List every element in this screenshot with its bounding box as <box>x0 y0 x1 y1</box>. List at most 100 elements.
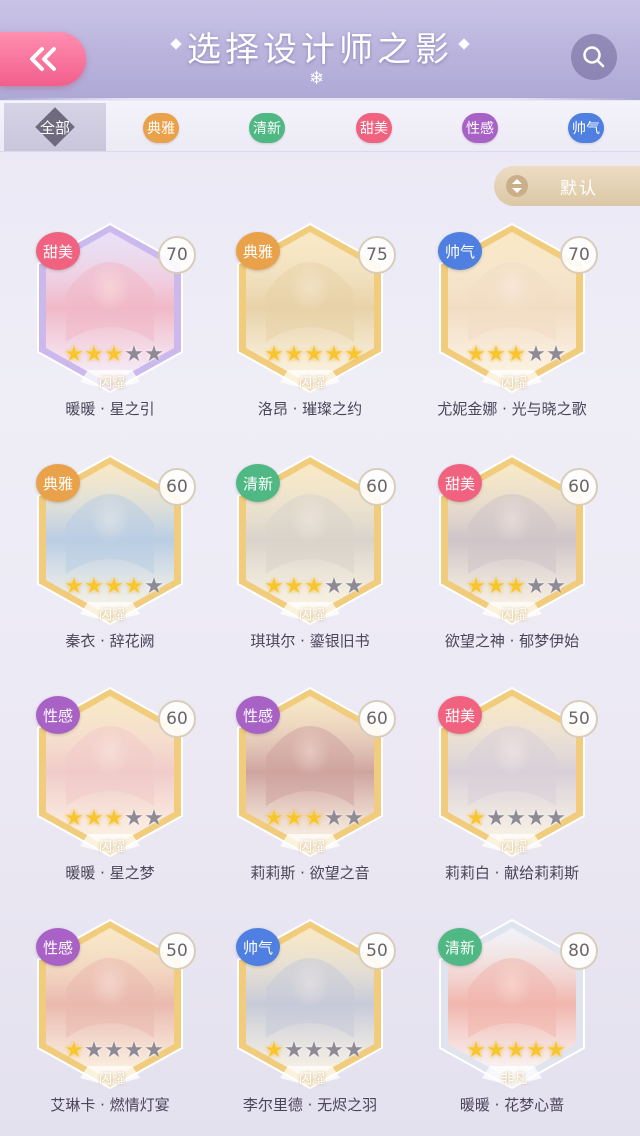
designer-card[interactable]: 性感 50 ★ ★ ★ ★ ★ 闪耀 艾琳卡 · 燃情灯宴 <box>20 912 200 1122</box>
star-empty-icon: ★ <box>104 1038 124 1063</box>
star-filled-icon: ★ <box>486 1038 506 1063</box>
filter-tab-bar: 全部 典雅 清新 甜美 性感 帅气 <box>0 101 640 152</box>
portrait-frame: 帅气 70 ★ ★ ★ ★ ★ 闪耀 <box>438 222 598 394</box>
star-empty-icon: ★ <box>124 806 144 831</box>
designer-card[interactable]: 甜美 70 ★ ★ ★ ★ ★ 闪耀 暖暖 · 星之引 <box>20 216 200 426</box>
designer-name: 琪琪尔 · 鎏银旧书 <box>250 632 370 650</box>
style-tag-badge: 性感 <box>236 696 280 734</box>
star-rating: ★ ★ ★ ★ ★ <box>264 344 364 366</box>
designer-name: 洛昂 · 璀璨之约 <box>257 400 363 418</box>
level-badge: 60 <box>358 700 396 738</box>
level-badge: 75 <box>358 236 396 274</box>
designer-card[interactable]: 甜美 60 ★ ★ ★ ★ ★ 闪耀 欲望之神 · 郁梦伊始 <box>422 448 602 658</box>
star-filled-icon: ★ <box>284 574 304 599</box>
portrait-frame: 性感 50 ★ ★ ★ ★ ★ 闪耀 <box>36 918 196 1090</box>
designer-card[interactable]: 甜美 50 ★ ★ ★ ★ ★ 闪耀 莉莉白 · 献给莉莉斯 <box>422 680 602 890</box>
portrait-frame: 清新 60 ★ ★ ★ ★ ★ 闪耀 <box>236 454 396 626</box>
star-rating: ★ ★ ★ ★ ★ <box>64 576 164 598</box>
level-badge: 60 <box>158 468 196 506</box>
designer-card[interactable]: 性感 60 ★ ★ ★ ★ ★ 闪耀 暖暖 · 星之梦 <box>20 680 200 890</box>
star-empty-icon: ★ <box>344 574 364 599</box>
star-empty-icon: ★ <box>324 1038 344 1063</box>
star-empty-icon: ★ <box>344 806 364 831</box>
rarity-badge: 闪耀 <box>500 608 527 623</box>
level-badge: 70 <box>560 236 598 274</box>
designer-card[interactable]: 典雅 60 ★ ★ ★ ★ ★ 闪耀 秦衣 · 辞花阙 <box>20 448 200 658</box>
designer-name: 欲望之神 · 郁梦伊始 <box>444 632 580 650</box>
header-bar: 选择设计师之影 ❄ <box>0 0 640 100</box>
rarity-badge: 闪耀 <box>98 840 125 855</box>
designer-card[interactable]: 性感 60 ★ ★ ★ ★ ★ 闪耀 莉莉斯 · 欲望之音 <box>220 680 400 890</box>
star-empty-icon: ★ <box>144 806 164 831</box>
designer-card[interactable]: 帅气 50 ★ ★ ★ ★ ★ 闪耀 李尔里德 · 无烬之羽 <box>220 912 400 1122</box>
star-filled-icon: ★ <box>124 574 144 599</box>
style-tag-badge: 典雅 <box>36 464 80 502</box>
level-badge: 60 <box>158 700 196 738</box>
designer-card[interactable]: 典雅 75 ★ ★ ★ ★ ★ 闪耀 洛昂 · 璀璨之约 <box>220 216 400 426</box>
rarity-badge: 非凡 <box>500 1072 527 1087</box>
designer-card[interactable]: 清新 60 ★ ★ ★ ★ ★ 闪耀 琪琪尔 · 鎏银旧书 <box>220 448 400 658</box>
style-tag-badge: 帅气 <box>236 928 280 966</box>
star-rating: ★ ★ ★ ★ ★ <box>466 576 566 598</box>
star-filled-icon: ★ <box>486 574 506 599</box>
star-filled-icon: ★ <box>104 574 124 599</box>
level-badge: 80 <box>560 932 598 970</box>
rarity-badge: 闪耀 <box>98 376 125 391</box>
star-filled-icon: ★ <box>506 1038 526 1063</box>
page-title: 选择设计师之影 <box>187 30 453 70</box>
star-empty-icon: ★ <box>526 574 546 599</box>
star-filled-icon: ★ <box>264 806 284 831</box>
sort-label: 默认 <box>560 178 598 199</box>
star-empty-icon: ★ <box>526 806 546 831</box>
star-rating: ★ ★ ★ ★ ★ <box>466 1040 566 1062</box>
star-filled-icon: ★ <box>64 806 84 831</box>
star-filled-icon: ★ <box>264 574 284 599</box>
tab-cool[interactable]: 帅气 <box>568 113 604 143</box>
star-filled-icon: ★ <box>104 342 124 367</box>
level-badge: 50 <box>358 932 396 970</box>
designer-name: 秦衣 · 辞花阙 <box>65 632 155 650</box>
star-empty-icon: ★ <box>144 574 164 599</box>
star-filled-icon: ★ <box>264 342 284 367</box>
style-tag-badge: 甜美 <box>438 464 482 502</box>
star-filled-icon: ★ <box>466 1038 486 1063</box>
tab-all[interactable]: 全部 <box>4 103 106 151</box>
star-empty-icon: ★ <box>486 806 506 831</box>
designer-name: 暖暖 · 花梦心蔷 <box>459 1096 565 1114</box>
rarity-badge: 闪耀 <box>500 840 527 855</box>
star-filled-icon: ★ <box>264 1038 284 1063</box>
star-filled-icon: ★ <box>506 574 526 599</box>
designer-name: 莉莉白 · 献给莉莉斯 <box>444 864 580 882</box>
designer-card[interactable]: 清新 80 ★ ★ ★ ★ ★ 非凡 暖暖 · 花梦心蔷 <box>422 912 602 1122</box>
portrait-frame: 性感 60 ★ ★ ★ ★ ★ 闪耀 <box>36 686 196 858</box>
search-icon <box>583 46 605 68</box>
star-empty-icon: ★ <box>324 574 344 599</box>
star-empty-icon: ★ <box>546 806 566 831</box>
star-filled-icon: ★ <box>284 806 304 831</box>
style-tag-badge: 性感 <box>36 696 80 734</box>
star-empty-icon: ★ <box>546 342 566 367</box>
designer-card[interactable]: 帅气 70 ★ ★ ★ ★ ★ 闪耀 尤妮金娜 · 光与晓之歌 <box>422 216 602 426</box>
star-filled-icon: ★ <box>466 806 486 831</box>
tab-elegant[interactable]: 典雅 <box>143 113 179 143</box>
tab-sexy[interactable]: 性感 <box>462 113 498 143</box>
tab-fresh[interactable]: 清新 <box>249 113 285 143</box>
portrait-frame: 典雅 75 ★ ★ ★ ★ ★ 闪耀 <box>236 222 396 394</box>
designer-name: 尤妮金娜 · 光与晓之歌 <box>437 400 587 418</box>
star-empty-icon: ★ <box>506 806 526 831</box>
star-filled-icon: ★ <box>466 342 486 367</box>
level-badge: 60 <box>358 468 396 506</box>
star-rating: ★ ★ ★ ★ ★ <box>64 808 164 830</box>
tab-sweet[interactable]: 甜美 <box>356 113 392 143</box>
star-filled-icon: ★ <box>546 1038 566 1063</box>
sort-button[interactable]: 默认 <box>494 166 640 206</box>
tab-all-label: 全部 <box>39 118 70 137</box>
style-tag-badge: 甜美 <box>438 696 482 734</box>
rarity-badge: 闪耀 <box>298 608 325 623</box>
search-button[interactable] <box>571 34 617 80</box>
snowflake-icon: ❄ <box>309 68 325 89</box>
star-rating: ★ ★ ★ ★ ★ <box>466 808 566 830</box>
designer-name: 暖暖 · 星之梦 <box>65 864 155 882</box>
portrait-frame: 甜美 50 ★ ★ ★ ★ ★ 闪耀 <box>438 686 598 858</box>
star-filled-icon: ★ <box>526 1038 546 1063</box>
